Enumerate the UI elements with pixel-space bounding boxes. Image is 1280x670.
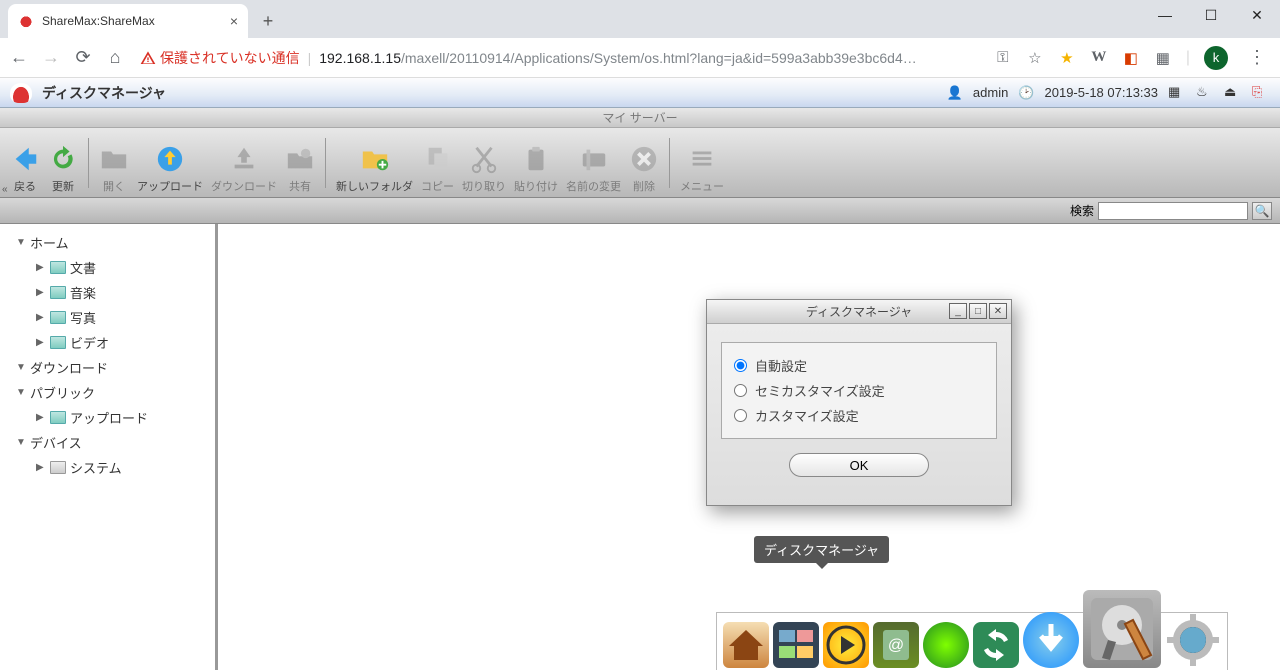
toolbar-copy-button[interactable]: コピー [417,132,458,194]
svg-text:@: @ [888,637,904,654]
toolbar-back-button[interactable]: 戻る [6,132,44,194]
toolbar-share-button[interactable]: 共有 [281,132,319,194]
dialog-title: ディスクマネージャ [806,303,912,320]
favicon [18,13,34,29]
security-warning: 保護されていない通信 [140,48,300,68]
tree-photos[interactable]: ▶写真 [0,305,215,330]
dock-tooltip: ディスクマネージャ [754,536,889,563]
toolbar-refresh-button[interactable]: 更新 [44,132,82,194]
toolbar-paste-button[interactable]: 貼り付け [510,132,562,194]
profile-avatar[interactable]: k [1204,46,1228,70]
qr-icon[interactable]: ▦ [1154,49,1172,67]
nav-home-button[interactable]: ⌂ [104,47,126,69]
option-auto[interactable]: 自動設定 [734,353,984,378]
tree-public[interactable]: ▼パブリック [0,380,215,405]
dialog-options: 自動設定 セミカスタマイズ設定 カスタマイズ設定 [721,342,997,439]
dock-settings-icon[interactable] [1165,612,1221,668]
dialog-title-bar[interactable]: ディスクマネージャ _ □ ✕ [707,300,1011,324]
new-tab-button[interactable]: + [254,7,282,35]
tree-home[interactable]: ▼ホーム [0,230,215,255]
toolbar-download-button[interactable]: ダウンロード [207,132,281,194]
dock-sync-icon[interactable] [973,622,1019,668]
ok-button[interactable]: OK [789,453,929,477]
toolbar-upload-button[interactable]: アップロード [133,132,207,194]
content-area: ディスクマネージャ _ □ ✕ 自動設定 セミカスタマイズ設定 カスタマイズ設定… [218,224,1280,670]
grid-icon[interactable]: ▦ [1168,84,1186,102]
option-custom[interactable]: カスタマイズ設定 [734,403,984,428]
tree-music[interactable]: ▶音楽 [0,280,215,305]
dialog-close-icon[interactable]: ✕ [989,303,1007,319]
app-title: ディスクマネージャ [42,83,166,103]
window-minimize-icon[interactable]: ― [1142,0,1188,30]
toolbar-rename-button[interactable]: 名前の変更 [562,132,625,194]
app-logo-icon [10,83,32,103]
nav-reload-button[interactable]: ⟳ [72,47,94,69]
dock: @ [716,612,1228,670]
user-icon: 👤 [947,85,963,101]
toolbar-cut-button[interactable]: 切り取り [458,132,510,194]
tab-close-icon[interactable]: × [230,13,238,29]
tree-public-upload[interactable]: ▶アップロード [0,405,215,430]
tree-download[interactable]: ▼ダウンロード [0,355,215,380]
dock-browser-icon[interactable] [923,622,969,668]
tree-documents[interactable]: ▶文書 [0,255,215,280]
radio-auto[interactable] [734,359,747,372]
file-toolbar: « 戻る 更新 開く アップロード ダウンロード 共有 新しいフォルダ コピー … [0,128,1280,198]
dock-download-icon[interactable] [1023,612,1079,668]
network-icon[interactable]: ♨ [1196,84,1214,102]
browser-menu-icon[interactable]: ⋮ [1242,47,1272,68]
nav-back-button[interactable]: ← [8,47,30,69]
toolbar-delete-button[interactable]: 削除 [625,132,663,194]
dock-diskmanager-icon[interactable] [1083,590,1161,668]
browser-tab-row: ShareMax:ShareMax × + ― ☐ ✕ [0,0,1280,38]
warning-triangle-icon [140,50,156,66]
bookmark-star-icon[interactable]: ★ [1058,49,1076,67]
option-semi[interactable]: セミカスタマイズ設定 [734,378,984,403]
datetime: 2019-5-18 07:13:33 [1045,85,1158,100]
dock-home-icon[interactable] [723,622,769,668]
address-bar[interactable]: 保護されていない通信 | 192.168.1.15/maxell/2011091… [136,48,984,68]
dialog-maximize-icon[interactable]: □ [969,303,987,319]
browser-toolbar: ← → ⟳ ⌂ 保護されていない通信 | 192.168.1.15/maxell… [0,38,1280,78]
user-name[interactable]: admin [973,85,1008,100]
tree-video[interactable]: ▶ビデオ [0,330,215,355]
window-close-icon[interactable]: ✕ [1234,0,1280,30]
eject-icon[interactable]: ⏏ [1224,84,1242,102]
radio-custom[interactable] [734,409,747,422]
toolbar-newfolder-button[interactable]: 新しいフォルダ [332,132,417,194]
disk-manager-dialog: ディスクマネージャ _ □ ✕ 自動設定 セミカスタマイズ設定 カスタマイズ設定… [706,299,1012,506]
search-input[interactable] [1098,202,1248,220]
wikipedia-icon[interactable]: W [1090,49,1108,67]
window-header: マイ サーバー [0,108,1280,128]
window-maximize-icon[interactable]: ☐ [1188,0,1234,30]
toolbar-menu-button[interactable]: メニュー [676,132,728,194]
logout-icon[interactable]: ⎘ [1252,84,1270,102]
app-title-bar: ディスクマネージャ 👤 admin 🕑 2019-5-18 07:13:33 ▦… [0,78,1280,108]
search-label: 検索 [1070,202,1094,219]
star-icon[interactable]: ☆ [1026,49,1044,67]
browser-tab[interactable]: ShareMax:ShareMax × [8,4,248,38]
folder-tree: ▼ホーム ▶文書 ▶音楽 ▶写真 ▶ビデオ ▼ダウンロード ▼パブリック ▶アッ… [0,224,218,670]
office-icon[interactable]: ◧ [1122,49,1140,67]
nav-forward-button[interactable]: → [40,47,62,69]
search-bar: 検索 🔍 [0,198,1280,224]
radio-semi[interactable] [734,384,747,397]
url-path: /maxell/20110914/Applications/System/os.… [401,50,917,66]
toolbar-open-button[interactable]: 開く [95,132,133,194]
dock-photos-icon[interactable] [773,622,819,668]
toolbar-overflow-icon[interactable]: « [2,184,8,195]
dock-contacts-icon[interactable]: @ [873,622,919,668]
search-button[interactable]: 🔍 [1252,202,1272,220]
clock-icon: 🕑 [1018,85,1034,101]
dock-media-icon[interactable] [823,622,869,668]
key-icon[interactable]: ⚿ [994,49,1012,67]
tree-system[interactable]: ▶システム [0,455,215,480]
tree-device[interactable]: ▼デバイス [0,430,215,455]
url-host: 192.168.1.15 [319,50,401,66]
main-split: ▼ホーム ▶文書 ▶音楽 ▶写真 ▶ビデオ ▼ダウンロード ▼パブリック ▶アッ… [0,224,1280,670]
tab-title: ShareMax:ShareMax [42,14,155,28]
dialog-minimize-icon[interactable]: _ [949,303,967,319]
